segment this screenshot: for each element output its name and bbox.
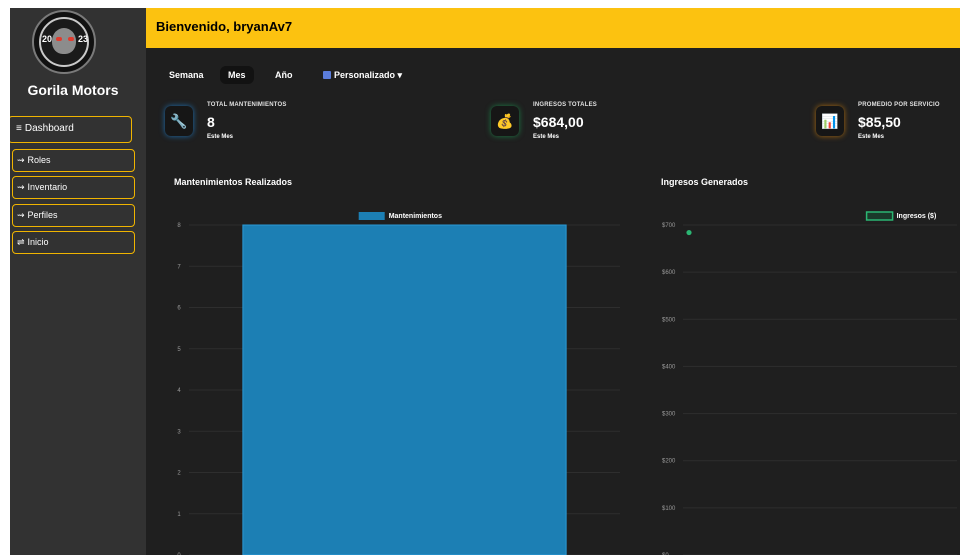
y-tick-label: 6 [177, 306, 181, 312]
mantenimientos-bar-chart: 012345678Mantenimientos [177, 212, 620, 555]
legend-label-mantenimientos: Mantenimientos [389, 213, 442, 220]
welcome-message: Bienvenido, bryanAv7 [156, 19, 293, 34]
menu-icon: ≡ [16, 123, 22, 134]
y-tick-label: 3 [177, 429, 181, 435]
y-tick-label: $500 [662, 317, 676, 323]
exchange-icon: ⇌ [17, 237, 25, 247]
sidebar-item-label: Roles [27, 155, 51, 165]
legend-swatch-mantenimientos [358, 212, 385, 220]
sidebar-item-label: Inicio [27, 237, 49, 247]
y-tick-label: 1 [177, 512, 181, 518]
stat-label: TOTAL MANTENIMIENTOS [207, 102, 287, 108]
app-frame: 20 23 Gorila Motors ≡ Dashboard ⇝ Roles ⇝ I… [10, 8, 960, 555]
logo-number-right: 23 [78, 34, 89, 44]
tab-personalizado-label: Personalizado ▾ [334, 70, 403, 80]
stat-period: Este Mes [858, 134, 885, 140]
y-tick-label: 4 [177, 388, 181, 394]
arrow-icon: ⇝ [17, 155, 25, 165]
sidebar-item-label: Dashboard [24, 123, 74, 134]
chart-title-mantenimientos: Mantenimientos Realizados [174, 177, 293, 187]
arrow-icon: ⇝ [17, 182, 25, 192]
legend-swatch-ingresos [865, 211, 894, 221]
sidebar: 20 23 Gorila Motors ≡ Dashboard ⇝ Roles ⇝ I… [10, 8, 146, 555]
legend-label-ingresos: Ingresos ($) [897, 213, 937, 220]
y-tick-label: 8 [177, 223, 181, 229]
stat-value: 8 [207, 114, 215, 130]
logo-number-left: 20 [42, 34, 53, 44]
tab-semana[interactable]: Semana [161, 66, 212, 84]
sidebar-item-dashboard[interactable]: ≡ Dashboard [10, 116, 132, 143]
stat-period: Este Mes [207, 134, 234, 140]
y-tick-label: $200 [662, 459, 676, 465]
stat-period: Este Mes [533, 134, 560, 140]
sidebar-item-label: Perfiles [27, 210, 58, 220]
calendar-icon [323, 71, 331, 79]
logo-eye-left [56, 37, 62, 41]
sidebar-item-perfiles[interactable]: ⇝ Perfiles [12, 204, 135, 227]
money-bag-icon: 💰 [491, 106, 519, 136]
gorilla-face-icon [52, 28, 76, 54]
bar-chart-icon: 📊 [816, 106, 844, 136]
y-tick-label: $700 [662, 223, 676, 229]
arrow-icon: ⇝ [17, 210, 25, 220]
tab-mes[interactable]: Mes [220, 66, 254, 84]
stat-label: PROMEDIO POR SERVICIO [858, 102, 940, 108]
y-tick-label: $300 [662, 412, 676, 418]
y-tick-label: 5 [177, 347, 181, 353]
sidebar-item-inventario[interactable]: ⇝ Inventario [12, 176, 135, 199]
y-tick-label: 7 [177, 264, 181, 270]
stat-label: INGRESOS TOTALES [533, 102, 597, 108]
y-tick-label: $600 [662, 270, 676, 276]
stat-value: $85,50 [858, 114, 901, 130]
y-tick-label: 2 [177, 471, 181, 477]
sidebar-item-label: Inventario [27, 182, 68, 192]
tab-ano[interactable]: Año [267, 66, 301, 84]
ingresos-line-chart: $0$100$200$300$400$500$600$700Ingresos (… [662, 211, 957, 555]
stat-value: $684,00 [533, 114, 584, 130]
bar-mantenimientos [242, 224, 567, 555]
y-tick-label: $100 [662, 506, 676, 512]
sidebar-item-inicio[interactable]: ⇌ Inicio [12, 231, 135, 254]
y-tick-label: $400 [662, 364, 676, 370]
gorila-motors-logo: 20 23 [32, 10, 96, 74]
chart-title-ingresos: Ingresos Generados [661, 177, 749, 187]
top-header: Bienvenido, bryanAv7 [146, 8, 960, 48]
tab-personalizado[interactable]: Personalizado ▾ [315, 66, 410, 85]
wrench-icon: 🔧 [165, 106, 193, 136]
brand-name: Gorila Motors [27, 82, 119, 98]
data-point-ingresos [686, 229, 692, 236]
logo-eye-right [68, 37, 74, 41]
sidebar-item-roles[interactable]: ⇝ Roles [12, 149, 135, 172]
